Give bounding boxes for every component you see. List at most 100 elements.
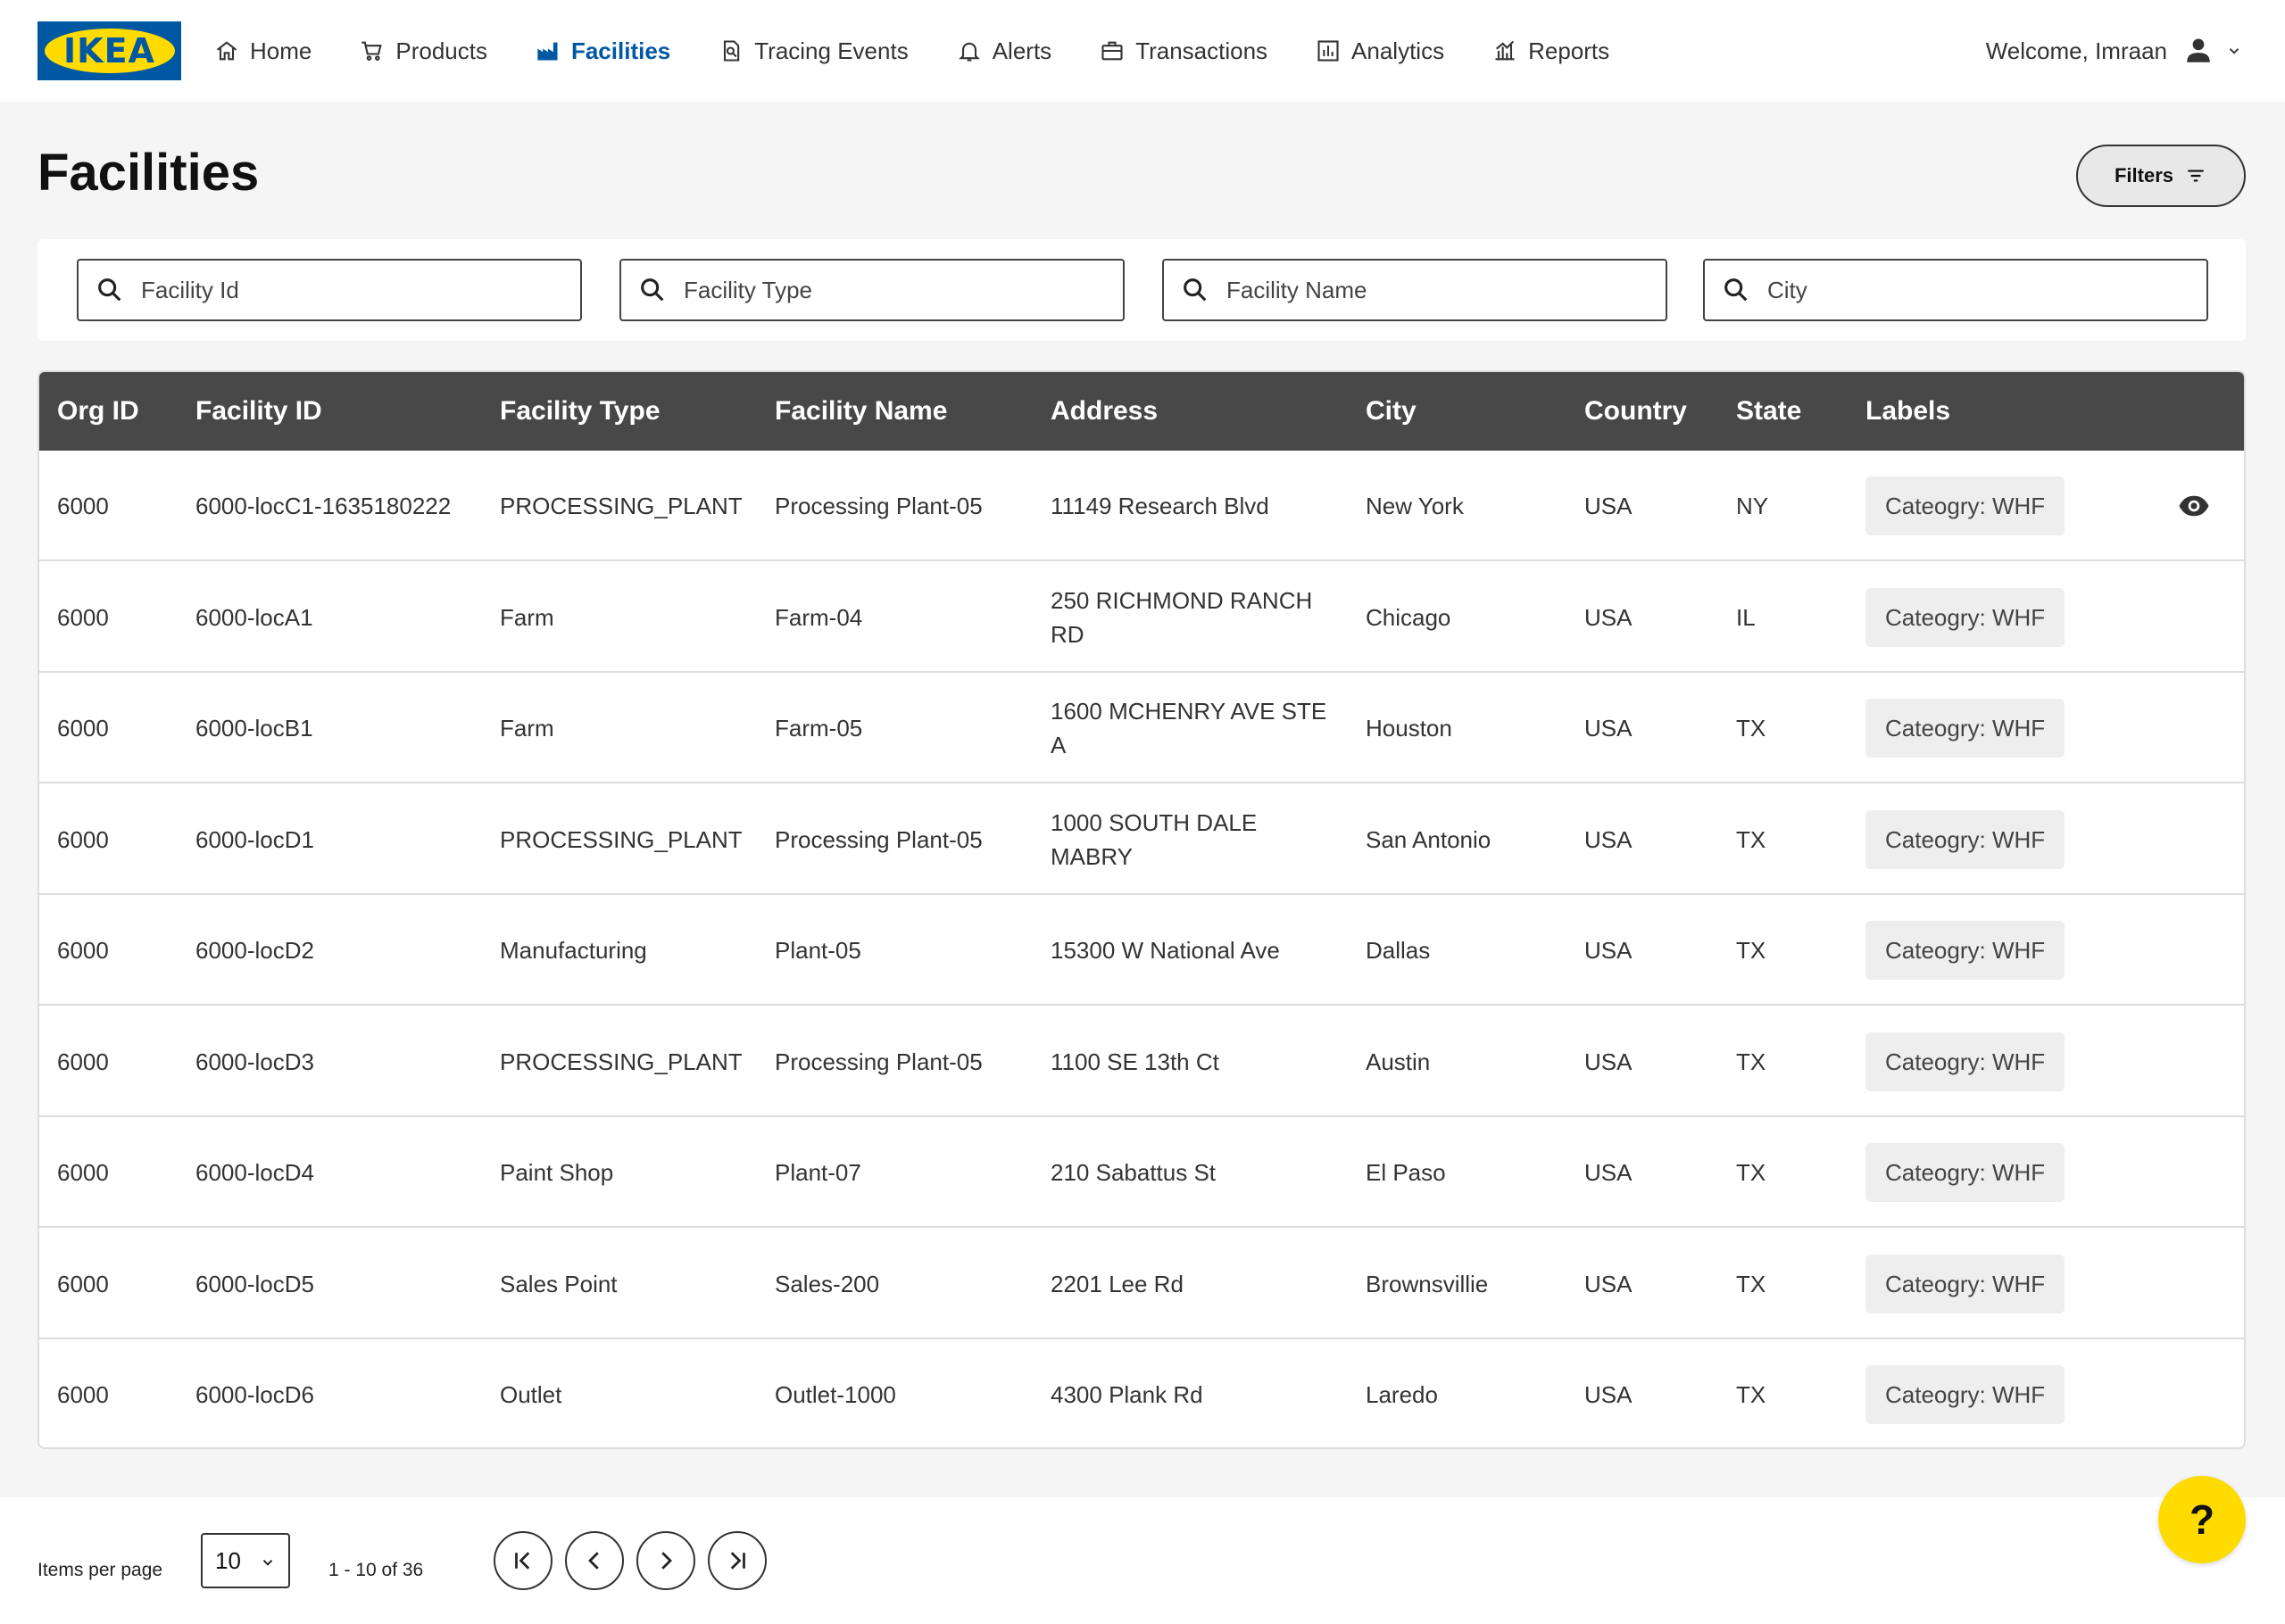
search-icon bbox=[1724, 278, 1748, 302]
user-menu[interactable]: Welcome, Imraan bbox=[1986, 0, 2242, 102]
nav-item-tracing-events[interactable]: Tracing Events bbox=[719, 37, 909, 65]
cell-facility-type: Paint Shop bbox=[500, 1159, 614, 1186]
table-row[interactable]: 6000 6000-locC1-1635180222 PROCESSING_PLAN… bbox=[39, 451, 2244, 561]
table-row[interactable]: 6000 6000-locD4 Paint Shop Plant-07 210 Saba… bbox=[39, 1117, 2244, 1228]
nav-item-reports[interactable]: Reports bbox=[1492, 37, 1609, 65]
items-per-page-select[interactable]: 10 bbox=[201, 1533, 290, 1588]
cell-country: USA bbox=[1584, 603, 1633, 631]
column-header-facility-name[interactable]: Facility Name bbox=[775, 372, 947, 451]
help-button[interactable]: ? bbox=[2158, 1476, 2246, 1563]
cell-facility-name: Processing Plant-05 bbox=[775, 1048, 983, 1075]
column-header-country[interactable]: Country bbox=[1584, 372, 1687, 451]
cell-labels: Cateogry: WHF bbox=[1865, 784, 2065, 895]
chevron-down-icon bbox=[262, 1560, 273, 1566]
cell-facility-name: Farm-05 bbox=[775, 715, 863, 742]
cell-labels: Cateogry: WHF bbox=[1865, 1339, 2065, 1447]
city-search[interactable] bbox=[1703, 259, 2208, 321]
first-page-button[interactable] bbox=[494, 1531, 553, 1590]
cell-city: Dallas bbox=[1366, 937, 1431, 964]
page-range-label: 1 - 10 of 36 bbox=[328, 1560, 424, 1580]
nav-item-analytics[interactable]: Analytics bbox=[1316, 37, 1444, 65]
filter-icon bbox=[2188, 170, 2204, 182]
cell-state: NY bbox=[1736, 493, 1769, 519]
facility-type-input[interactable] bbox=[684, 276, 1094, 304]
cell-city: Austin bbox=[1366, 1048, 1431, 1075]
column-header-org-id[interactable]: Org ID bbox=[57, 372, 139, 451]
table-row[interactable]: 6000 6000-locD1 PROCESSING_PLANT Processing… bbox=[39, 784, 2244, 895]
cell-country: USA bbox=[1584, 825, 1633, 853]
cart-icon bbox=[361, 41, 383, 61]
cell-facility-type: Farm bbox=[500, 603, 554, 631]
cell-address: 2201 Lee Rd bbox=[1051, 1270, 1184, 1297]
tracing-icon bbox=[724, 40, 740, 62]
table-row[interactable]: 6000 6000-locA1 Farm Farm-04 250 RICHMOND RA… bbox=[39, 562, 2244, 673]
cell-city: Chicago bbox=[1366, 603, 1451, 631]
nav-item-products[interactable]: Products bbox=[360, 37, 487, 65]
page-title: Facilities bbox=[37, 144, 260, 202]
cell-facility-id: 6000-locD1 bbox=[195, 825, 314, 853]
nav-label-tracing-events: Tracing Events bbox=[754, 37, 909, 64]
label-chip: Cateogry: WHF bbox=[1865, 587, 2065, 647]
facility-name-input[interactable] bbox=[1226, 276, 1637, 304]
nav-item-facilities[interactable]: Facilities bbox=[536, 37, 670, 65]
cell-address: 15300 W National Ave bbox=[1051, 937, 1280, 964]
last-page-button[interactable] bbox=[708, 1531, 767, 1590]
column-header-state[interactable]: State bbox=[1736, 372, 1801, 451]
previous-page-button[interactable] bbox=[565, 1531, 624, 1590]
ikea-logo[interactable]: IKEA bbox=[37, 21, 181, 80]
cell-city: El Paso bbox=[1366, 1159, 1446, 1186]
cell-facility-id: 6000-locA1 bbox=[195, 603, 313, 631]
column-header-facility-id[interactable]: Facility ID bbox=[195, 372, 322, 451]
facility-id-search[interactable] bbox=[77, 259, 582, 321]
cell-org-id: 6000 bbox=[57, 493, 109, 519]
cell-org-id: 6000 bbox=[57, 1048, 109, 1075]
chart-icon bbox=[1317, 40, 1339, 62]
filters-label: Filters bbox=[2114, 164, 2174, 186]
column-header-labels[interactable]: Labels bbox=[1865, 372, 1950, 451]
factory-icon bbox=[537, 42, 558, 61]
cell-state: TX bbox=[1736, 1159, 1766, 1186]
next-page-button[interactable] bbox=[636, 1531, 695, 1590]
city-input[interactable] bbox=[1767, 276, 2178, 304]
nav-item-alerts[interactable]: Alerts bbox=[957, 37, 1051, 65]
top-navigation-bar: IKEA Home Products Facilities Tracing Ev… bbox=[0, 0, 2285, 102]
nav-item-home[interactable]: Home bbox=[214, 37, 312, 65]
first-page-icon bbox=[515, 1552, 530, 1570]
cell-state: TX bbox=[1736, 937, 1766, 964]
label-chip: Cateogry: WHF bbox=[1865, 699, 2065, 758]
view-eye-icon[interactable] bbox=[2176, 490, 2212, 522]
table-row[interactable]: 6000 6000-locD3 PROCESSING_PLANT Processing… bbox=[39, 1007, 2244, 1117]
cell-facility-id: 6000-locD6 bbox=[195, 1381, 314, 1408]
cell-city: Houston bbox=[1366, 715, 1452, 742]
cell-org-id: 6000 bbox=[57, 1159, 109, 1186]
cell-city: Laredo bbox=[1366, 1381, 1438, 1408]
cell-facility-name: Plant-05 bbox=[775, 937, 861, 964]
column-header-facility-type[interactable]: Facility Type bbox=[500, 372, 661, 451]
column-header-address[interactable]: Address bbox=[1051, 372, 1158, 451]
table-row[interactable]: 6000 6000-locD2 Manufacturing Plant-05 15300… bbox=[39, 895, 2244, 1006]
cell-facility-id: 6000-locD2 bbox=[195, 937, 314, 964]
cell-facility-type: Outlet bbox=[500, 1381, 562, 1408]
facility-id-input[interactable] bbox=[141, 276, 552, 304]
facility-name-search[interactable] bbox=[1162, 259, 1667, 321]
cell-state: TX bbox=[1736, 1270, 1766, 1297]
filters-button[interactable]: Filters bbox=[2076, 145, 2246, 207]
welcome-text: Welcome, Imraan bbox=[1985, 37, 2167, 64]
cell-labels: Cateogry: WHF bbox=[1865, 1229, 2065, 1339]
cell-org-id: 6000 bbox=[57, 715, 109, 742]
table-row[interactable]: 6000 6000-locD6 Outlet Outlet-1000 4300 Plan… bbox=[39, 1339, 2244, 1447]
cell-country: USA bbox=[1584, 1048, 1633, 1075]
cell-org-id: 6000 bbox=[57, 1270, 109, 1297]
cell-labels: Cateogry: WHF bbox=[1865, 895, 2065, 1006]
home-icon bbox=[216, 41, 237, 61]
facility-type-search[interactable] bbox=[619, 259, 1125, 321]
nav-item-transactions[interactable]: Transactions bbox=[1100, 37, 1267, 65]
briefcase-icon bbox=[1101, 41, 1123, 61]
last-page-icon bbox=[730, 1552, 745, 1570]
column-header-city[interactable]: City bbox=[1366, 372, 1417, 451]
cell-org-id: 6000 bbox=[57, 937, 109, 964]
table-header: Org ID Facility ID Facility Type Facilit… bbox=[39, 372, 2244, 451]
table-row[interactable]: 6000 6000-locB1 Farm Farm-05 1600 MCHENRY AV… bbox=[39, 673, 2244, 783]
table-row[interactable]: 6000 6000-locD5 Sales Point Sales-200 2201 L… bbox=[39, 1229, 2244, 1339]
cell-facility-name: Processing Plant-05 bbox=[775, 493, 983, 519]
